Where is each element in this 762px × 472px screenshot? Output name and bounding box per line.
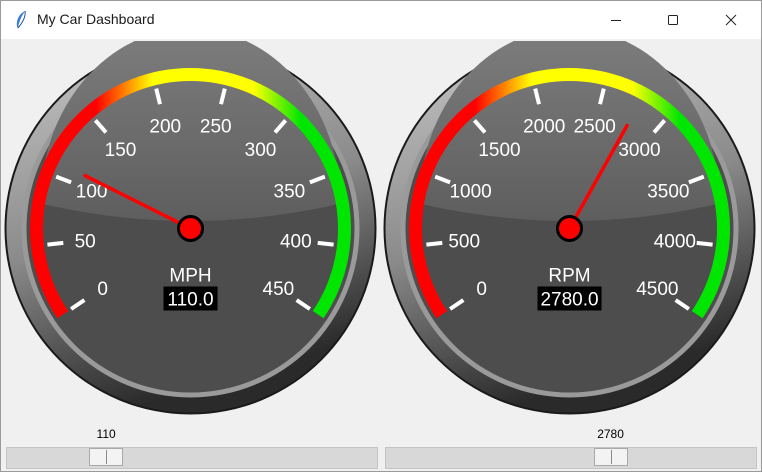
gauge-tick-label: 400 [280, 231, 312, 252]
minimize-button[interactable] [587, 1, 645, 39]
gauge-tick-label: 3500 [647, 181, 689, 202]
minimize-icon [611, 20, 621, 21]
gauge-unit-label: MPH [169, 266, 211, 287]
gauge-tick-label: 1000 [449, 181, 491, 202]
gauge-tick-label: 3000 [618, 140, 660, 161]
gauge-tick-label: 150 [105, 140, 137, 161]
slider-thumb[interactable] [593, 448, 628, 466]
gauge-tick [426, 240, 443, 247]
gauge-tick-label: 500 [448, 231, 480, 252]
window-title: My Car Dashboard [37, 11, 155, 27]
gauge-tick-label: 4000 [654, 231, 696, 252]
gauge-tick-label: 50 [75, 231, 96, 252]
feather-icon [13, 10, 29, 30]
slider-trough[interactable] [6, 447, 378, 469]
speed-slider[interactable]: 110 [6, 427, 378, 471]
speedometer-gauge: 0 50 100 150 200 250 300 350 400 450 MPH 110.0 [3, 41, 378, 416]
gauge-readout: 110.0 [167, 290, 213, 311]
slider-trough[interactable] [385, 447, 757, 469]
gauge-tick [317, 240, 334, 247]
gauge-readout: 2780.0 [540, 290, 598, 311]
gauge-tick-label: 2000 [523, 117, 565, 138]
gauge-unit-label: RPM [548, 266, 590, 287]
gauge-tick-label: 1500 [478, 140, 520, 161]
gauge-tick-label: 200 [149, 117, 181, 138]
gauge-tick-label: 300 [245, 140, 277, 161]
gauge-svg: 0500100015002000 25003000350040004500RPM2… [383, 41, 756, 415]
gauge-tick-label: 250 [200, 117, 232, 138]
tachometer-gauge: 0 500 1000 1500 2000 2500 3000 3500 4000 4500 RPM 2… [382, 41, 757, 416]
slider-thumb[interactable] [89, 448, 124, 466]
rpm-slider[interactable]: 2780 [385, 427, 757, 471]
gauge-tick-label: 0 [476, 279, 487, 300]
title-bar[interactable]: My Car Dashboard [1, 1, 761, 39]
gauge-svg: 050100150200 250300350400450MPH110.0 [4, 41, 377, 415]
gauge-tick [696, 240, 713, 247]
maximize-button[interactable] [644, 1, 702, 39]
gauge-tick-label: 4500 [636, 279, 678, 300]
close-icon [725, 14, 737, 26]
gauge-tick-label: 450 [263, 279, 295, 300]
gauge-tick-label: 350 [274, 181, 306, 202]
maximize-icon [668, 15, 678, 25]
gauge-needle-hub [556, 215, 583, 242]
gauge-needle-hub [177, 215, 204, 242]
gauge-tick-label: 0 [97, 279, 108, 300]
gauge-tick [47, 240, 64, 247]
close-button[interactable] [702, 1, 760, 39]
gauge-tick-label: 2500 [574, 117, 616, 138]
slider-value-label: 2780 [597, 427, 624, 441]
app-window: My Car Dashboard 0 50 100 150 200 250 300 350 40… [0, 0, 762, 472]
slider-value-label: 110 [96, 427, 116, 441]
